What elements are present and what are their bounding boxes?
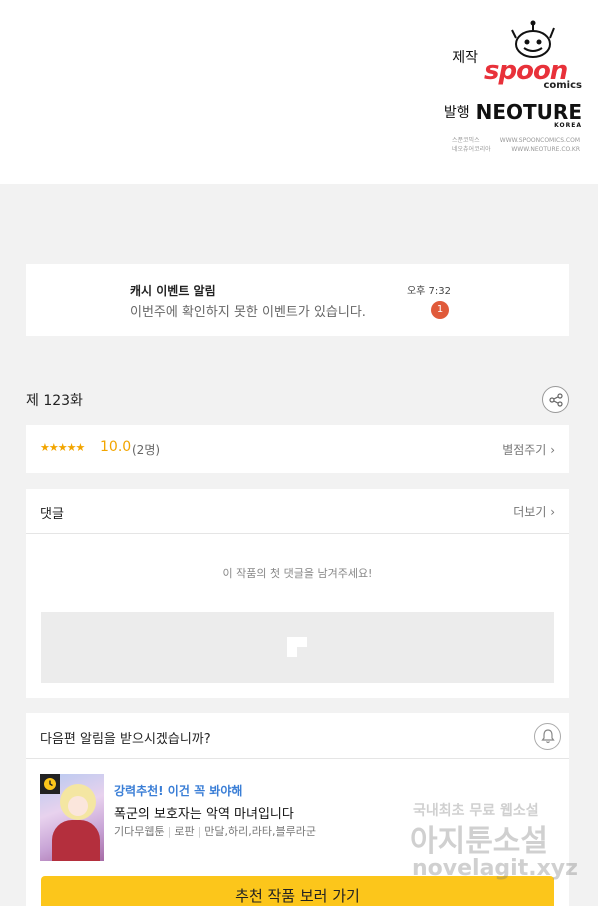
rating-count: (2명) (132, 443, 161, 457)
separator: | (167, 825, 172, 838)
credit-small-left-1: 스푼코믹스 (452, 137, 480, 144)
comments-empty-message: 이 작품의 첫 댓글을 남겨주세요! (222, 567, 373, 580)
recommended-meta: 기다무웹툰 | 로판 | 만달,하리,라타,블루라군 (114, 823, 316, 839)
neoture-logo-sub: KOREA (554, 122, 582, 129)
rate-button[interactable]: 별점주기 › (502, 441, 555, 458)
separator: | (197, 825, 202, 838)
produce-credit: 제작 spoon comics (452, 20, 582, 92)
chevron-right-icon: › (550, 443, 555, 457)
spoon-logo-sub: comics (543, 80, 582, 91)
image-placeholder-icon (287, 637, 307, 657)
notification-message: 이번주에 확인하지 못한 이벤트가 있습니다. (130, 305, 366, 320)
credit-urls: 스푼코믹스 WWW.SPOONCOMICS.COM 네오츄어코리아 WWW.NE… (452, 136, 580, 154)
recommend-tag: 강력추천! 이건 꼭 봐야해 (114, 784, 243, 798)
chevron-right-icon: › (550, 505, 555, 519)
notify-bell-button[interactable] (534, 723, 561, 750)
episode-title: 제 123화 (26, 393, 83, 409)
meta-genre: 로판 (174, 825, 195, 838)
credit-small-right-2: WWW.NEOTURE.CO.KR (511, 146, 580, 153)
comments-title: 댓글 (40, 507, 64, 522)
notification-title: 캐시 이벤트 알림 (130, 284, 216, 298)
clock-icon (44, 778, 56, 790)
bell-icon (540, 729, 555, 744)
credits-header: 제작 spoon comics 발행 NEOTURE KOREA 스푼코믹스 W… (0, 0, 598, 184)
rating-card: ★★★★★ 10.0 (2명) 별점주기 › (26, 425, 569, 473)
comments-more-button[interactable]: 더보기 › (513, 503, 555, 520)
comments-card: 댓글 더보기 › 이 작품의 첫 댓글을 남겨주세요! (26, 489, 569, 698)
divider (26, 533, 569, 534)
notification-time: 오후 7:32 (406, 286, 451, 297)
recommended-title[interactable]: 폭군의 보호자는 악역 마녀입니다 (114, 803, 294, 822)
share-button[interactable] (542, 386, 569, 413)
spoon-comics-logo: spoon comics (484, 20, 582, 92)
rating-stars: ★★★★★ (40, 441, 85, 454)
next-episode-card: 다음편 알림을 받으시겠습니까? 강력추천! 이건 꼭 봐야해 폭군의 보호자는… (26, 713, 569, 906)
recommended-thumbnail[interactable] (40, 774, 104, 861)
credit-small-right-1: WWW.SPOONCOMICS.COM (499, 137, 580, 144)
notification-badge: 1 (431, 301, 449, 319)
rate-button-label: 별점주기 (502, 443, 547, 457)
rating-score: 10.0 (100, 439, 132, 455)
meta-authors: 만달,하리,라타,블루라군 (204, 825, 316, 838)
neoture-logo-text: NEOTURE (475, 100, 582, 124)
divider (26, 758, 569, 759)
share-icon (548, 392, 563, 407)
publish-label: 발행 (443, 105, 470, 121)
ad-placeholder (41, 612, 554, 683)
next-episode-question: 다음편 알림을 받으시겠습니까? (40, 732, 211, 747)
view-recommended-button[interactable]: 추천 작품 보러 가기 (41, 876, 554, 906)
thumbnail-art (68, 796, 88, 816)
thumbnail-art (52, 820, 100, 861)
spoon-mascot-icon (511, 20, 555, 58)
wait-free-badge (40, 774, 60, 794)
comments-more-label: 더보기 (513, 505, 547, 519)
produce-label: 제작 (452, 50, 478, 66)
credit-small-left-2: 네오츄어코리아 (452, 146, 491, 153)
cash-event-notification[interactable]: 캐시 이벤트 알림 이번주에 확인하지 못한 이벤트가 있습니다. 오후 7:3… (26, 264, 569, 336)
meta-category: 기다무웹툰 (114, 825, 165, 838)
publish-credit: 발행 NEOTURE KOREA (443, 98, 582, 129)
neoture-logo: NEOTURE KOREA (475, 100, 582, 129)
